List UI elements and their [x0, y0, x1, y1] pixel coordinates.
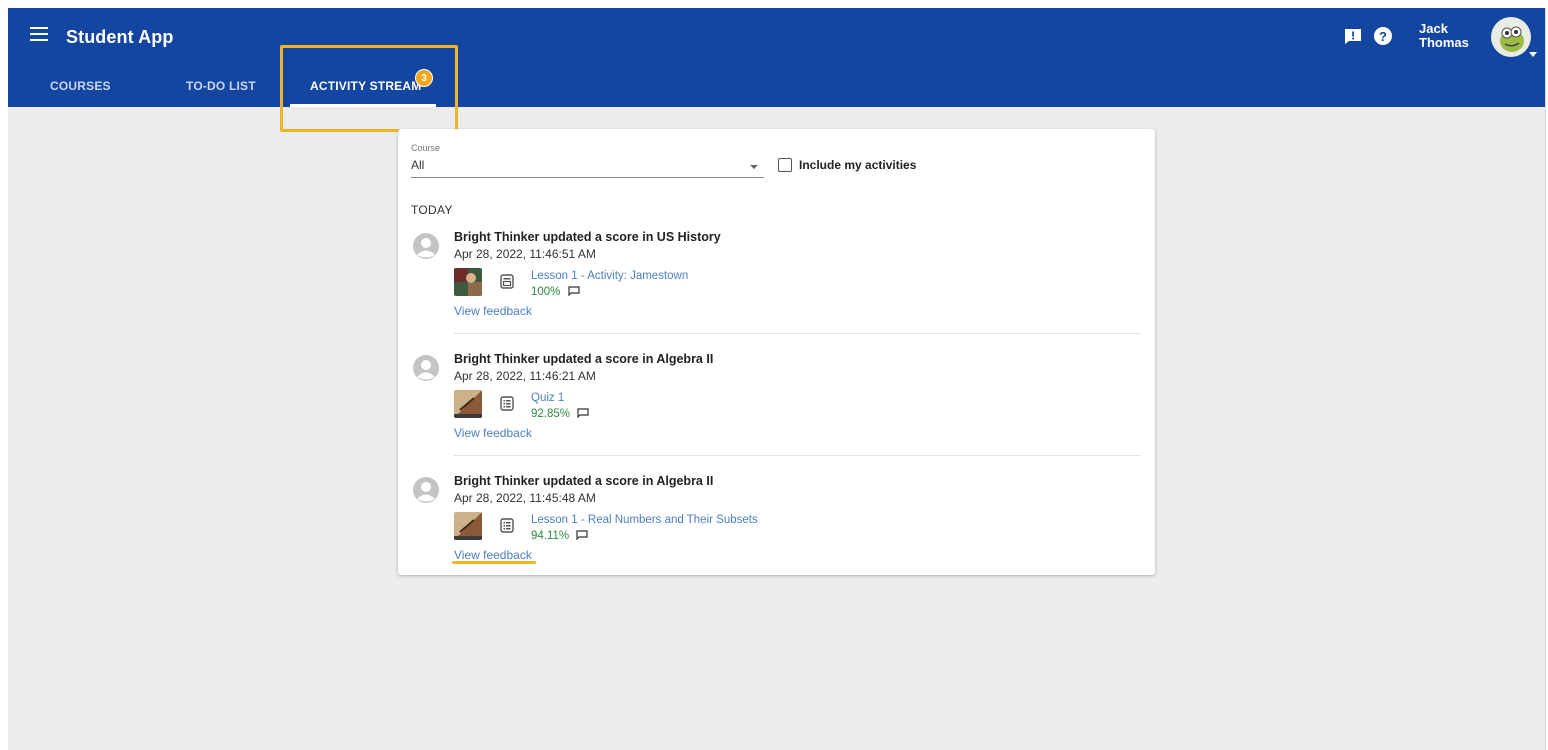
score-text: 92.85% [531, 408, 571, 420]
course-thumbnail [454, 268, 482, 296]
course-select[interactable]: All [411, 152, 764, 178]
activity-title: Bright Thinker updated a score in Algebr… [454, 352, 714, 366]
course-select-value: All [411, 158, 425, 172]
user-placeholder-icon [413, 233, 439, 259]
comment-icon[interactable] [576, 530, 588, 540]
list-item: Bright Thinker updated a score in Algebr… [398, 470, 1155, 590]
activity-date: Apr 28, 2022, 11:46:21 AM [454, 369, 596, 383]
divider [454, 455, 1141, 456]
app-title: Student App [66, 27, 174, 47]
chevron-down-icon [750, 165, 758, 169]
feedback-highlight-underline [452, 561, 536, 564]
list-icon [500, 518, 514, 533]
notification-badge: 3 [415, 69, 433, 87]
list-item: Bright Thinker updated a score in Algebr… [398, 348, 1155, 468]
activity-title: Bright Thinker updated a score in US His… [454, 230, 721, 244]
list-item: Bright Thinker updated a score in US His… [398, 226, 1155, 346]
course-thumbnail [454, 512, 482, 540]
view-feedback-link[interactable]: View feedback [454, 548, 532, 562]
activity-title: Bright Thinker updated a score in Algebr… [454, 474, 714, 488]
cartoon-avatar-icon [1492, 18, 1530, 56]
user-first-name: Jack [1419, 21, 1448, 36]
comment-icon[interactable] [577, 408, 589, 418]
tab-courses[interactable]: COURSES [50, 79, 111, 93]
activity-link[interactable]: Quiz 1 [531, 392, 564, 404]
view-feedback-link[interactable]: View feedback [454, 304, 532, 318]
section-heading: TODAY [411, 203, 453, 217]
app-window: Student App COURSES TO-DO LIST ACTIVITY … [8, 8, 1546, 750]
activity-date: Apr 28, 2022, 11:46:51 AM [454, 247, 596, 261]
tab-to-do-list[interactable]: TO-DO LIST [186, 79, 256, 93]
score-value: 94.11% [531, 530, 588, 542]
activity-link[interactable]: Lesson 1 - Activity: Jamestown [531, 270, 688, 282]
user-avatar[interactable] [1491, 17, 1531, 57]
course-thumbnail [454, 390, 482, 418]
score-value: 100% [531, 286, 580, 298]
activity-link[interactable]: Lesson 1 - Real Numbers and Their Subset… [531, 514, 758, 526]
app-bar: Student App COURSES TO-DO LIST ACTIVITY … [8, 8, 1545, 107]
include-activities-label[interactable]: Include my activities [799, 158, 916, 172]
user-name[interactable]: Jack Thomas [1419, 22, 1469, 50]
view-feedback-link[interactable]: View feedback [454, 426, 532, 440]
user-placeholder-icon [413, 477, 439, 503]
comment-icon[interactable] [568, 286, 580, 296]
feedback-icon[interactable] [1344, 28, 1362, 45]
document-icon [500, 274, 514, 289]
account-dropdown-icon[interactable] [1529, 52, 1537, 57]
active-tab-indicator [290, 104, 436, 107]
score-value: 92.85% [531, 408, 589, 420]
hamburger-menu-icon[interactable] [30, 27, 48, 45]
divider [454, 333, 1141, 334]
tab-activity-stream[interactable]: ACTIVITY STREAM [310, 79, 421, 93]
score-text: 94.11% [531, 530, 570, 542]
activity-stream-card: Course All Include my activities TODAY B… [398, 129, 1155, 575]
user-last-name: Thomas [1419, 35, 1469, 50]
user-placeholder-icon [413, 355, 439, 381]
include-activities-checkbox[interactable] [778, 158, 792, 172]
activity-date: Apr 28, 2022, 11:45:48 AM [454, 491, 596, 505]
score-text: 100% [531, 286, 561, 298]
help-icon[interactable]: ? [1374, 27, 1392, 45]
list-icon [500, 396, 514, 411]
